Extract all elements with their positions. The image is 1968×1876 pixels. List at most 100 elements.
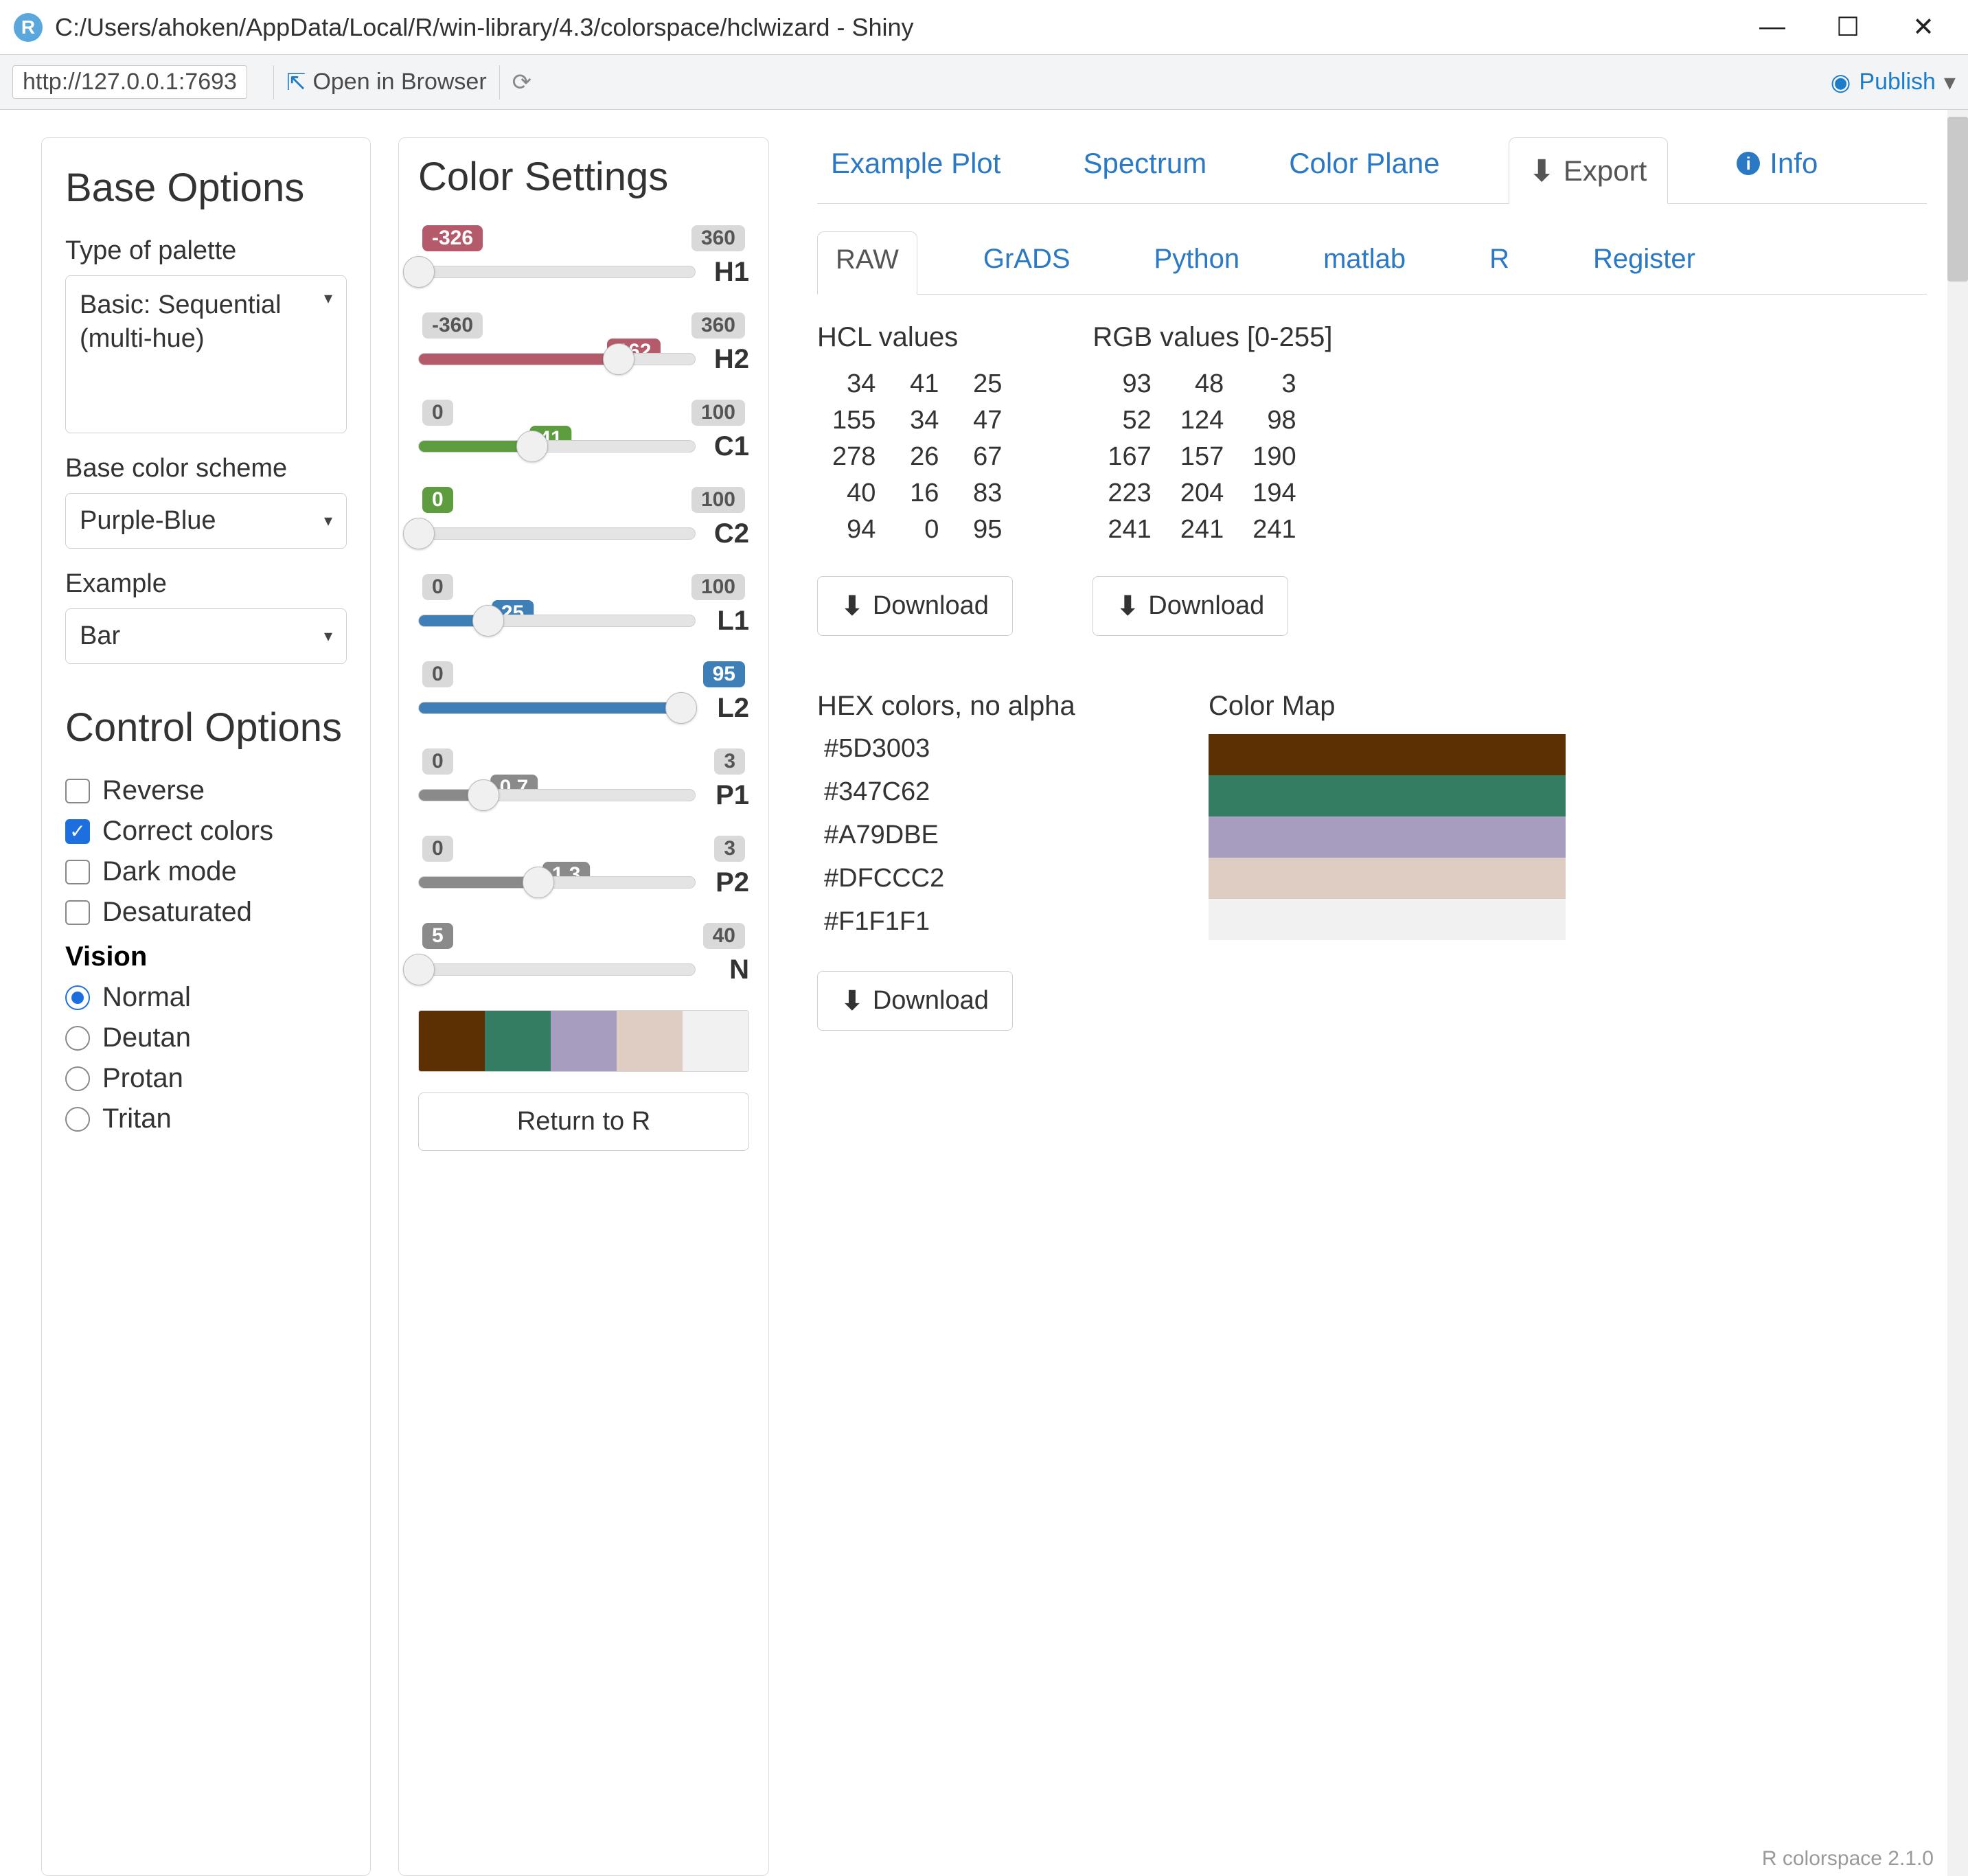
- maximize-icon[interactable]: ☐: [1831, 10, 1865, 45]
- palette-swatch: [683, 1011, 748, 1071]
- right-content: Example Plot Spectrum Color Plane ⬇︎Expo…: [797, 137, 1927, 1876]
- cell: 241: [1239, 512, 1309, 547]
- reverse-checkbox[interactable]: [65, 779, 90, 803]
- chevron-down-icon: ▾: [324, 288, 332, 308]
- download-rgb-button[interactable]: ⬇︎Download: [1092, 576, 1288, 636]
- publish-icon[interactable]: ◉: [1831, 69, 1851, 96]
- tab-color-plane[interactable]: Color Plane: [1275, 137, 1453, 190]
- slider-thumb[interactable]: [665, 692, 697, 724]
- slider-track[interactable]: [418, 963, 696, 976]
- slider-track[interactable]: [418, 266, 696, 278]
- tab-export[interactable]: ⬇︎Export: [1509, 137, 1669, 204]
- url-box[interactable]: http://127.0.0.1:7693: [12, 65, 247, 99]
- cell: 3: [1239, 367, 1309, 402]
- correct-colors-checkbox[interactable]: ✓: [65, 819, 90, 844]
- minimize-icon[interactable]: —: [1755, 10, 1789, 45]
- slider-track[interactable]: [418, 789, 696, 801]
- slider-track[interactable]: [418, 876, 696, 889]
- slider-thumb[interactable]: [523, 867, 554, 898]
- subtab-register[interactable]: Register: [1575, 231, 1713, 287]
- tab-info[interactable]: iInfo: [1723, 137, 1831, 190]
- slider-thumb[interactable]: [516, 431, 548, 462]
- slider-value-badge: 5: [422, 923, 453, 949]
- slider-thumb[interactable]: [468, 779, 499, 811]
- cell: 94: [819, 512, 889, 547]
- vision-normal-radio[interactable]: [65, 985, 90, 1010]
- slider-track[interactable]: [418, 353, 696, 365]
- slider-track[interactable]: [418, 527, 696, 540]
- vision-tritan-radio[interactable]: [65, 1107, 90, 1132]
- vision-normal-label: Normal: [102, 982, 191, 1013]
- subtab-r[interactable]: R: [1472, 231, 1527, 287]
- publish-button[interactable]: Publish: [1859, 69, 1936, 95]
- dark-mode-checkbox[interactable]: [65, 860, 90, 884]
- subtab-grads[interactable]: GrADS: [965, 231, 1088, 287]
- cell: 40: [819, 476, 889, 511]
- publish-caret-icon[interactable]: ▾: [1944, 69, 1956, 96]
- hex-colors-title: HEX colors, no alpha: [817, 691, 1133, 722]
- cell: 167: [1094, 439, 1165, 474]
- subtab-raw[interactable]: RAW: [817, 231, 917, 295]
- download-hex-button[interactable]: ⬇︎Download: [817, 971, 1013, 1031]
- return-to-r-button[interactable]: Return to R: [418, 1093, 749, 1151]
- slider-n: 540N: [418, 923, 749, 985]
- scrollbar-thumb[interactable]: [1947, 117, 1968, 282]
- popout-icon[interactable]: ⇱: [286, 69, 306, 96]
- palette-type-select[interactable]: Basic: Sequential (multi-hue) ▾: [65, 275, 347, 433]
- slider-min: 0: [422, 661, 453, 687]
- subtab-python[interactable]: Python: [1136, 231, 1258, 287]
- slider-value-badge: -326: [422, 225, 483, 251]
- rgb-table: 934835212498167157190223204194241241241: [1092, 365, 1311, 549]
- slider-thumb[interactable]: [403, 954, 435, 985]
- slider-max: 100: [691, 400, 745, 426]
- slider-min: 0: [422, 400, 453, 426]
- slider-track[interactable]: [418, 702, 696, 714]
- slider-thumb[interactable]: [472, 605, 504, 637]
- example-label: Example: [65, 569, 347, 599]
- tab-example-plot[interactable]: Example Plot: [817, 137, 1014, 190]
- slider-thumb[interactable]: [603, 343, 634, 375]
- example-value: Bar: [80, 621, 120, 651]
- slider-max: 100: [691, 574, 745, 600]
- hex-value: #5D3003: [824, 734, 1133, 764]
- close-icon[interactable]: ✕: [1906, 10, 1941, 45]
- slider-min: -360: [422, 312, 483, 339]
- download-icon: ⬇︎: [1117, 591, 1139, 621]
- titlebar: R C:/Users/ahoken/AppData/Local/R/win-li…: [0, 0, 1968, 55]
- download-icon: ⬇︎: [841, 591, 863, 621]
- example-select[interactable]: Bar ▾: [65, 608, 347, 664]
- scrollbar[interactable]: [1947, 110, 1968, 1876]
- open-in-browser-button[interactable]: Open in Browser: [312, 69, 486, 95]
- cell: 52: [1094, 403, 1165, 438]
- base-scheme-select[interactable]: Purple-Blue ▾: [65, 493, 347, 549]
- slider-value-badge: 95: [703, 661, 745, 687]
- slider-label: C2: [708, 518, 749, 549]
- slider-label: L2: [708, 693, 749, 724]
- slider-track[interactable]: [418, 615, 696, 627]
- palette-swatch: [485, 1011, 551, 1071]
- palette-swatch: [617, 1011, 683, 1071]
- refresh-icon[interactable]: ⟳: [512, 69, 532, 96]
- download-hcl-button[interactable]: ⬇︎Download: [817, 576, 1013, 636]
- tab-spectrum[interactable]: Spectrum: [1069, 137, 1220, 190]
- cell: 25: [954, 367, 1016, 402]
- slider-track[interactable]: [418, 440, 696, 453]
- download-icon: ⬇︎: [841, 985, 863, 1016]
- reverse-label: Reverse: [102, 775, 205, 806]
- slider-thumb[interactable]: [403, 518, 435, 549]
- cell: 190: [1239, 439, 1309, 474]
- palette-swatch: [551, 1011, 617, 1071]
- correct-colors-label: Correct colors: [102, 816, 273, 847]
- cell: 204: [1167, 476, 1237, 511]
- desaturated-checkbox[interactable]: [65, 900, 90, 925]
- chevron-down-icon: ▾: [324, 511, 332, 531]
- footer-version: R colorspace 2.1.0: [1762, 1847, 1934, 1871]
- vision-deutan-radio[interactable]: [65, 1026, 90, 1051]
- control-options-heading: Control Options: [65, 705, 347, 751]
- slider-label: P1: [708, 780, 749, 811]
- slider-thumb[interactable]: [403, 256, 435, 288]
- chevron-down-icon: ▾: [324, 626, 332, 646]
- subtab-matlab[interactable]: matlab: [1305, 231, 1423, 287]
- vision-protan-radio[interactable]: [65, 1066, 90, 1091]
- slider-h1: -326360H1: [418, 225, 749, 288]
